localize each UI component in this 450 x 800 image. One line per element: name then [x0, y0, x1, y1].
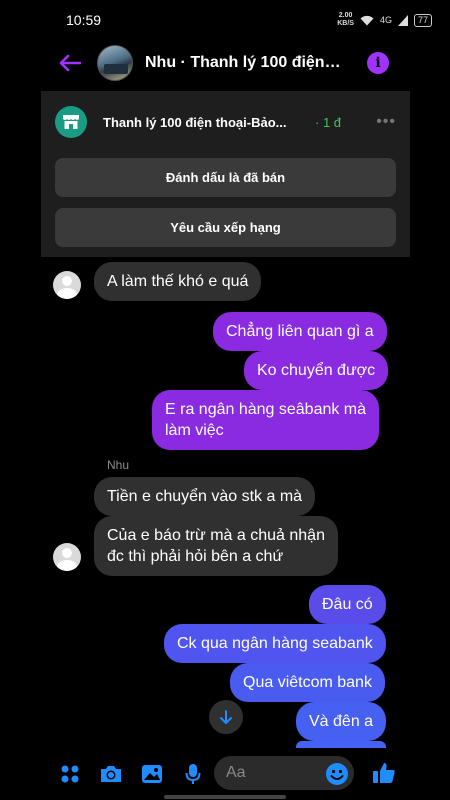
marketplace-listing-panel: Thanh lý 100 điện thoại-Bảo... · 1 đ •••…: [41, 91, 410, 257]
request-rating-button[interactable]: Yêu cầu xếp hạng: [55, 208, 396, 247]
message-bubble[interactable]: Đâu có: [309, 585, 386, 624]
mark-sold-button[interactable]: Đánh dấu là đã bán: [55, 158, 396, 197]
listing-row[interactable]: Thanh lý 100 điện thoại-Bảo... · 1 đ •••: [41, 91, 410, 153]
gallery-icon[interactable]: [139, 761, 165, 787]
sender-name: Nhu: [107, 458, 130, 472]
scroll-down-icon: [220, 710, 232, 724]
avatar[interactable]: [53, 543, 81, 571]
status-bar: 10:59 2.00 KB/S 4G 77: [0, 0, 450, 40]
message-input-placeholder: Aa: [226, 764, 246, 781]
thumbs-up-icon[interactable]: [371, 760, 397, 786]
signal-icon: [397, 14, 408, 26]
message-bubble-partial: [296, 741, 386, 748]
message-bubble[interactable]: Của e báo trừ mà a chuả nhận đc thì phải…: [94, 516, 338, 576]
conversation-title[interactable]: Nhu · Thanh lý 100 điện t...: [145, 54, 345, 72]
listing-title: Thanh lý 100 điện thoại-Bảo...: [103, 114, 287, 130]
conversation-header: Nhu · Thanh lý 100 điện t... i: [0, 40, 450, 86]
message-bubble[interactable]: Và đên a: [296, 702, 387, 741]
message-bubble[interactable]: Ko chuyển được: [244, 351, 389, 390]
shop-icon: [55, 106, 87, 138]
info-icon[interactable]: i: [367, 52, 389, 74]
network-speed: 2.00 KB/S: [337, 12, 354, 27]
message-bubble[interactable]: A làm thế khó e quá: [94, 262, 262, 301]
status-time: 10:59: [66, 12, 102, 28]
contact-avatar[interactable]: [97, 45, 133, 81]
back-arrow-icon: [59, 54, 81, 72]
message-bubble[interactable]: Tiền e chuyển vào stk a mà: [94, 477, 316, 516]
battery-icon: 77: [413, 13, 432, 27]
wifi-icon: [360, 15, 374, 25]
emoji-icon[interactable]: [324, 761, 350, 787]
avatar[interactable]: [53, 271, 81, 299]
status-icons: 2.00 KB/S 4G 77: [337, 12, 432, 28]
back-button[interactable]: [55, 48, 85, 78]
more-icon[interactable]: •••: [376, 113, 396, 131]
message-composer: Aa: [0, 748, 450, 800]
listing-price: · 1 đ: [315, 114, 342, 130]
home-indicator: [164, 795, 286, 799]
scroll-down-button[interactable]: [209, 700, 243, 734]
mic-icon[interactable]: [180, 761, 206, 787]
message-bubble[interactable]: E ra ngân hàng seâbank mà làm việc: [152, 390, 380, 450]
message-bubble[interactable]: Ck qua ngân hàng seabank: [164, 624, 386, 663]
camera-icon[interactable]: [98, 761, 124, 787]
message-bubble[interactable]: Chẳng liên quan gì a: [213, 312, 387, 351]
apps-icon[interactable]: [57, 761, 83, 787]
message-bubble[interactable]: Qua viêtcom bank: [230, 663, 385, 702]
cell-network-label: 4G: [379, 15, 392, 25]
